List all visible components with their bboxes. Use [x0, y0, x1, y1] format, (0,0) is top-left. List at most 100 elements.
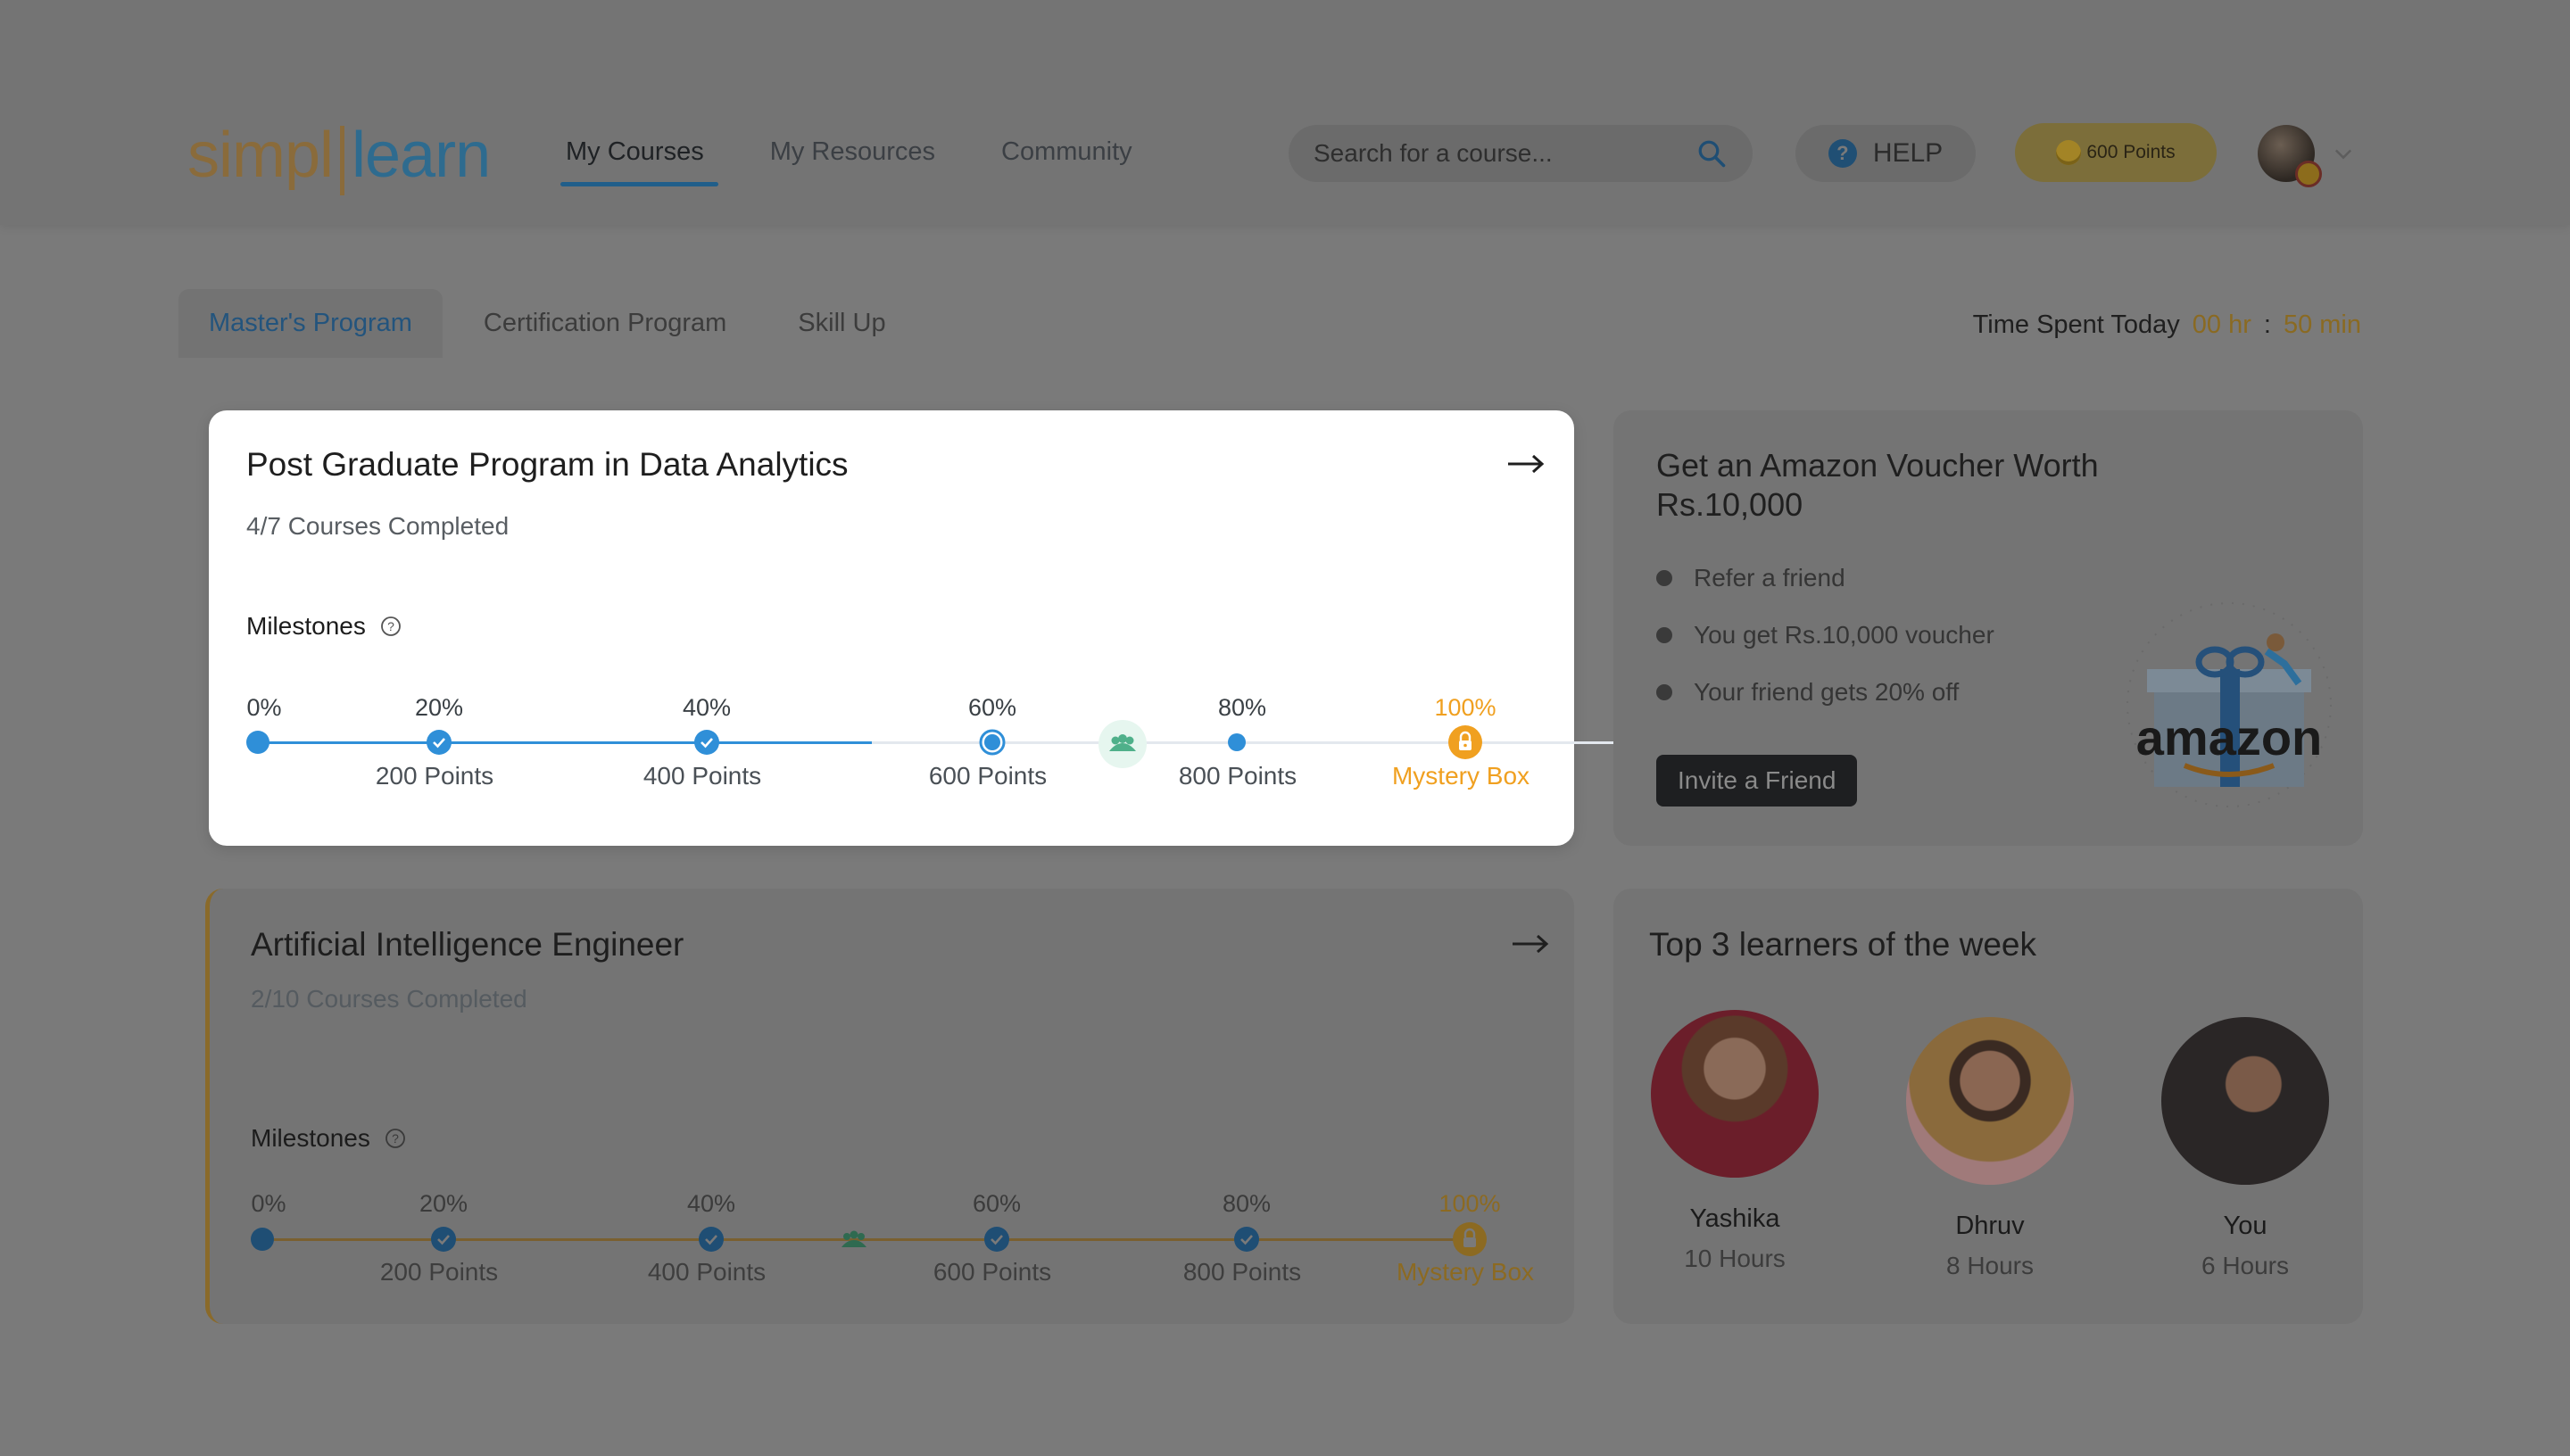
amazon-gift-illustration: amazon	[2126, 602, 2332, 807]
milestone-check-icon	[1234, 1227, 1259, 1252]
milestone-points: 600 Points	[933, 1258, 1052, 1286]
learner-hours: 8 Hours	[1945, 1252, 2035, 1279]
milestone-pct: 60%	[972, 1190, 1022, 1217]
milestone-pct: 20%	[414, 694, 464, 721]
logo-text-left: simpl	[187, 120, 334, 191]
milestone-pct: 0%	[246, 694, 282, 721]
logo-divider	[340, 126, 345, 195]
award-badge-icon	[2295, 161, 2322, 187]
milestone-points: 200 Points	[379, 1258, 499, 1286]
milestone-current-node	[979, 729, 1006, 756]
milestone-pct: 100%	[1434, 694, 1496, 721]
milestone-check-icon	[431, 1227, 456, 1252]
mystery-box-label: Mystery Box	[1396, 1258, 1535, 1286]
voucher-title-line2: Rs.10,000	[1656, 486, 1803, 523]
time-spent-minutes: 50 min	[2283, 310, 2361, 339]
top-learners-title: Top 3 learners of the week	[1649, 926, 2036, 963]
voucher-step-text: Your friend gets 20% off	[1694, 678, 1960, 706]
avatar	[1651, 1010, 1819, 1178]
profile-menu[interactable]	[2258, 125, 2356, 189]
mystery-box-label: Mystery Box	[1391, 762, 1530, 790]
milestone-check-icon	[694, 730, 719, 755]
milestone-check-icon	[984, 1227, 1009, 1252]
search-input[interactable]	[1314, 139, 1695, 168]
milestone-track: 0% 20% 40% 60% 80% 100% 200 Points 400 P…	[210, 889, 1579, 1324]
learner-card[interactable]: You 6 Hours	[2147, 1017, 2343, 1280]
top-header: simpl learn My Courses My Resources Comm…	[0, 0, 2570, 225]
milestone-pct: 0%	[251, 1190, 286, 1217]
learner-card[interactable]: Yashika 10 Hours	[1637, 1010, 1833, 1273]
milestone-pct: 80%	[1222, 1190, 1272, 1217]
milestone-points: 400 Points	[647, 1258, 767, 1286]
learner-name: Yashika	[1689, 1204, 1780, 1233]
track-progress	[258, 741, 872, 744]
time-spent-label: Time Spent Today	[1972, 310, 2180, 339]
voucher-step: Refer a friend	[1656, 550, 1994, 607]
time-spent-separator: :	[2263, 310, 2271, 339]
milestone-points: 400 Points	[642, 762, 762, 790]
milestone-start-node	[251, 1228, 274, 1251]
amazon-voucher-card: Get an Amazon Voucher Worth Rs.10,000 Re…	[1613, 410, 2363, 846]
milestone-start-node	[246, 731, 269, 754]
milestone-pct: 40%	[686, 1190, 736, 1217]
avatar	[1906, 1017, 2074, 1185]
program-card-ai-engineer[interactable]: Artificial Intelligence Engineer 2/10 Co…	[205, 889, 1574, 1324]
bullet-icon	[1656, 570, 1672, 586]
help-icon: ?	[1828, 139, 1857, 168]
milestone-points: 200 Points	[375, 762, 494, 790]
program-card-data-analytics[interactable]: Post Graduate Program in Data Analytics …	[209, 410, 1635, 846]
time-spent-hours: 00 hr	[2192, 310, 2251, 339]
milestone-node	[1228, 733, 1246, 751]
learner-name: You	[2223, 1212, 2267, 1240]
nav-my-courses[interactable]: My Courses	[560, 134, 718, 186]
coin-icon	[2056, 140, 2082, 165]
points-label: 600 Points	[2086, 142, 2176, 162]
tab-skill-up[interactable]: Skill Up	[767, 289, 916, 358]
chevron-down-icon[interactable]	[2331, 141, 2356, 166]
voucher-title: Get an Amazon Voucher Worth Rs.10,000	[1656, 446, 2099, 525]
voucher-steps: Refer a friend You get Rs.10,000 voucher…	[1656, 550, 1994, 721]
top-learners-card: Top 3 learners of the week Yashika 10 Ho…	[1613, 889, 2363, 1324]
learner-hours: 6 Hours	[2201, 1252, 2290, 1279]
main-nav: My Courses My Resources Community	[560, 134, 1197, 186]
nav-community[interactable]: Community	[999, 134, 1134, 186]
lock-icon	[1448, 725, 1482, 759]
nav-my-resources[interactable]: My Resources	[768, 134, 937, 186]
milestone-pct: 20%	[419, 1190, 468, 1217]
lock-icon	[1453, 1222, 1487, 1256]
time-spent-today: Time Spent Today 00 hr : 50 min	[1973, 310, 2361, 340]
voucher-title-line1: Get an Amazon Voucher Worth	[1656, 447, 2099, 484]
milestone-pct: 80%	[1217, 694, 1267, 721]
help-label: HELP	[1872, 138, 1944, 168]
milestone-pct: 60%	[967, 694, 1017, 721]
milestone-pct: 40%	[682, 694, 732, 721]
voucher-step-text: You get Rs.10,000 voucher	[1694, 621, 1994, 649]
search-icon[interactable]	[1695, 137, 1728, 170]
tab-certification-program[interactable]: Certification Program	[453, 289, 757, 358]
community-group-icon	[841, 1230, 866, 1247]
amazon-logo-text: amazon	[2136, 709, 2323, 765]
invite-friend-button[interactable]: Invite a Friend	[1656, 755, 1858, 807]
avatar	[2161, 1017, 2329, 1185]
program-tabs: Master's Program Certification Program S…	[178, 289, 927, 358]
learner-hours: 10 Hours	[1684, 1245, 1786, 1272]
bullet-icon	[1656, 684, 1672, 700]
milestone-check-icon	[427, 730, 452, 755]
milestone-points: 600 Points	[928, 762, 1048, 790]
logo-text-right: learn	[352, 120, 491, 191]
search-bar	[1289, 125, 1753, 182]
milestone-pct: 100%	[1438, 1190, 1501, 1217]
help-button[interactable]: ? HELP	[1795, 125, 1976, 182]
learner-name: Dhruv	[1955, 1212, 2025, 1240]
milestone-points: 800 Points	[1182, 1258, 1302, 1286]
voucher-step: Your friend gets 20% off	[1656, 664, 1994, 721]
learner-card[interactable]: Dhruv 8 Hours	[1892, 1017, 2088, 1280]
points-badge[interactable]: 600 Points	[2015, 123, 2217, 182]
voucher-step: You get Rs.10,000 voucher	[1656, 607, 1994, 664]
simplilearn-logo[interactable]: simpl learn	[187, 114, 491, 196]
milestone-track: 0% 20% 40% 60% 80% 100% 200 Points 400 P…	[209, 410, 1635, 846]
milestone-points: 800 Points	[1178, 762, 1297, 790]
bullet-icon	[1656, 627, 1672, 643]
tab-masters-program[interactable]: Master's Program	[178, 289, 443, 358]
community-group-icon	[1098, 720, 1147, 768]
